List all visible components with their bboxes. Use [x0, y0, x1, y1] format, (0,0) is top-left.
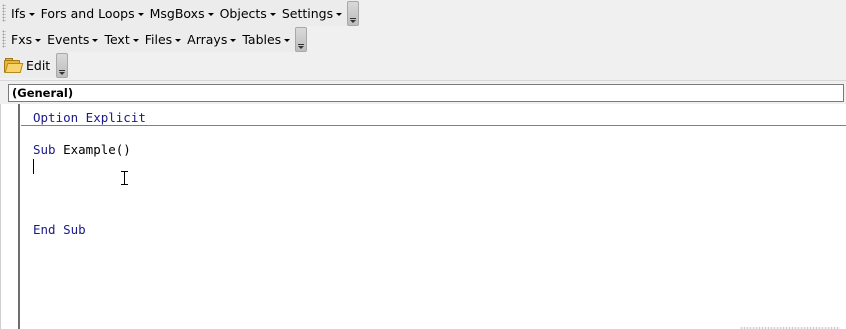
- edit-button[interactable]: Edit: [26, 58, 50, 73]
- menu-msgboxs[interactable]: MsgBoxs: [147, 2, 217, 24]
- menu-label: MsgBoxs: [149, 5, 205, 21]
- menu-ifs[interactable]: Ifs: [8, 2, 38, 24]
- menu-label: Events: [47, 31, 90, 47]
- toolbar-row-1: Ifs Fors and Loops MsgBoxs Objects Setti…: [0, 0, 360, 26]
- chevron-down-icon: [175, 38, 182, 42]
- menu-settings[interactable]: Settings: [279, 2, 345, 24]
- keyword: Option: [33, 110, 79, 125]
- menu-events[interactable]: Events: [44, 28, 101, 50]
- chevron-down-icon: [35, 38, 42, 42]
- keyword: End Sub: [33, 222, 86, 237]
- menu-fxs[interactable]: Fxs: [8, 28, 44, 50]
- code-area[interactable]: Option Explicit Sub Example() End Sub: [21, 104, 846, 329]
- procedure-name: Example(): [55, 142, 131, 157]
- toolbar-area: Ifs Fors and Loops MsgBoxs Objects Setti…: [0, 0, 846, 80]
- chevron-down-icon: [28, 12, 35, 16]
- procedure-separator: [21, 125, 846, 126]
- keyword-rest: Explicit: [78, 110, 146, 125]
- menu-label: Ifs: [11, 5, 26, 21]
- keyword: Sub: [33, 142, 56, 157]
- chevron-down-icon: [132, 38, 139, 42]
- menu-tables[interactable]: Tables: [239, 28, 293, 50]
- chevron-down-icon: [207, 12, 214, 16]
- chevron-down-icon: [336, 12, 343, 16]
- folder-icon-front: [4, 63, 24, 73]
- toolbar-row-2: Fxs Events Text Files Arrays Tables: [0, 26, 308, 52]
- menu-label: Text: [104, 31, 130, 47]
- chevron-down-icon: [284, 38, 291, 42]
- menu-label: Fors and Loops: [40, 5, 135, 21]
- chevron-down-icon: [92, 38, 99, 42]
- toolbar-grip[interactable]: [2, 4, 6, 22]
- chevron-down-icon: [137, 12, 144, 16]
- menu-label: Arrays: [187, 31, 228, 47]
- menu-label: Objects: [219, 5, 267, 21]
- margin-indicator-bar[interactable]: [0, 104, 20, 329]
- object-combo-bar: (General): [0, 80, 846, 105]
- menu-objects[interactable]: Objects: [217, 2, 279, 24]
- ibeam-cursor-icon: [121, 171, 128, 185]
- menu-arrays[interactable]: Arrays: [184, 28, 239, 50]
- menu-label: Tables: [242, 31, 282, 47]
- menu-files[interactable]: Files: [142, 28, 184, 50]
- chevron-down-icon: [230, 38, 237, 42]
- code-editor[interactable]: Option Explicit Sub Example() End Sub: [0, 104, 846, 329]
- folder-icon: [4, 58, 24, 73]
- code-line-sub[interactable]: Sub Example(): [33, 142, 131, 158]
- toolbar-overflow-button[interactable]: [295, 26, 308, 52]
- menu-fors-and-loops[interactable]: Fors and Loops: [38, 2, 147, 24]
- menu-text[interactable]: Text: [101, 28, 141, 50]
- menu-label: Files: [144, 31, 173, 47]
- code-line-option-explicit[interactable]: Option Explicit: [33, 110, 146, 126]
- menu-label: Settings: [281, 5, 334, 21]
- toolbar-overflow-button[interactable]: [347, 0, 360, 26]
- chevron-down-icon: [269, 12, 276, 16]
- menu-label: Fxs: [11, 31, 33, 47]
- toolbar-overflow-button[interactable]: [56, 52, 69, 78]
- toolbar-grip[interactable]: [2, 30, 6, 48]
- code-line-end-sub[interactable]: End Sub: [33, 222, 86, 238]
- toolbar-row-3: Edit: [0, 52, 69, 78]
- object-dropdown[interactable]: (General): [8, 84, 844, 102]
- text-cursor: [33, 159, 34, 174]
